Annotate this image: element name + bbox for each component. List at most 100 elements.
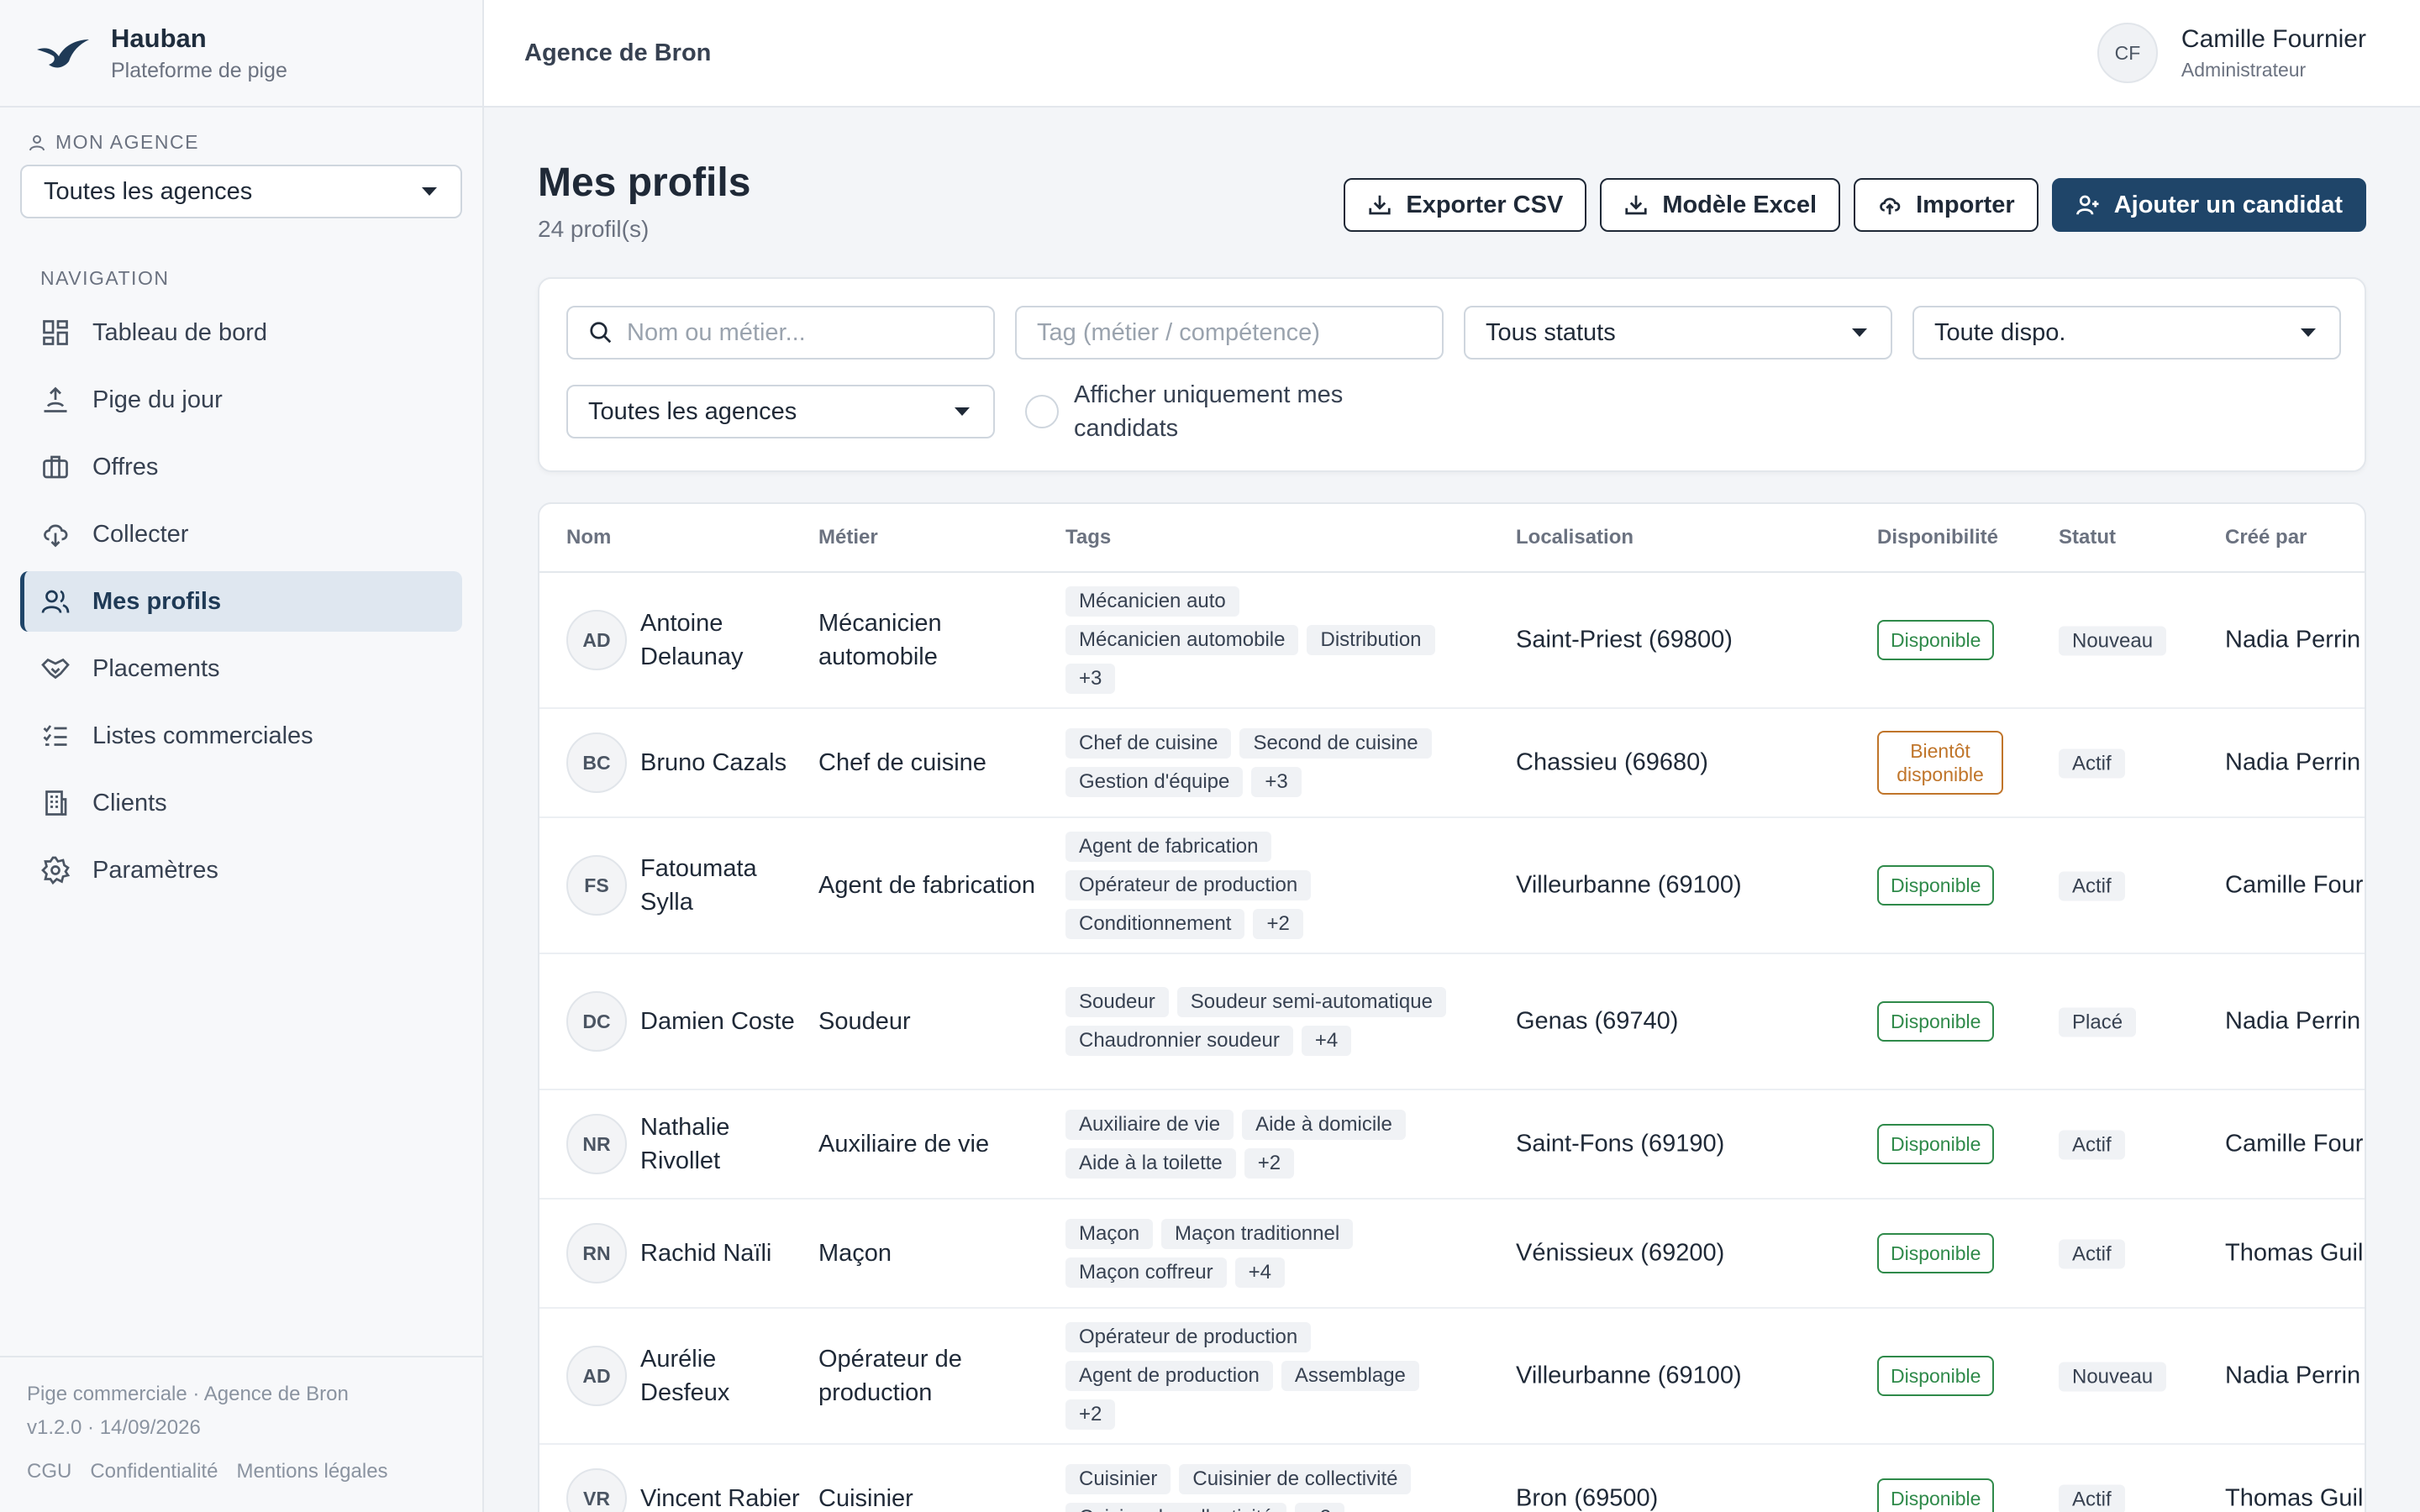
tag-chip: Cuisinier <box>1065 1464 1171 1494</box>
tag-chip: Aide à la toilette <box>1065 1148 1236 1179</box>
user-plus-icon <box>2075 195 2099 215</box>
table-row[interactable]: FS Fatoumata Sylla Agent de fabrication … <box>539 818 2365 954</box>
sidebar-item-dashboard[interactable]: Tableau de bord <box>20 302 462 363</box>
tag-chip: Mécanicien automobile <box>1065 625 1299 655</box>
candidate-name[interactable]: Antoine Delaunay <box>640 606 808 674</box>
candidate-location: Saint-Fons (69190) <box>1516 1130 1725 1158</box>
candidate-name[interactable]: Vincent Rabier <box>640 1482 808 1512</box>
checklist-icon <box>43 725 67 746</box>
tag-chip: Agent de production <box>1065 1361 1273 1391</box>
status-cell: Actif <box>2059 1484 2125 1512</box>
table-row[interactable]: DC Damien Coste Soudeur Soudeur Soudeur s… <box>539 954 2365 1090</box>
candidate-name[interactable]: Fatoumata Sylla <box>640 852 808 919</box>
user-menu[interactable]: CF Camille Fournier Administrateur <box>2096 23 2366 83</box>
tag-chip: Distribution <box>1307 625 1435 655</box>
table-row[interactable]: VR Vincent Rabier Cuisinier Cuisinier Cui… <box>539 1445 2365 1512</box>
sidebar-item-listes-commerciales[interactable]: Listes commerciales <box>20 706 462 766</box>
availability-cell: Disponible <box>1877 1124 1995 1164</box>
candidate-name[interactable]: Damien Coste <box>640 1005 808 1038</box>
brand[interactable]: Hauban Plateforme de pige <box>0 0 482 108</box>
gear-icon <box>41 856 71 885</box>
sidebar-item-collecter[interactable]: Collecter <box>20 504 462 564</box>
candidate-tags: Agent de fabrication Opérateur de product… <box>1065 832 1469 939</box>
candidate-tags: Maçon Maçon traditionnel Maçon coffreur +4 <box>1065 1219 1469 1288</box>
created-by: Thomas Guillot <box>2225 1239 2365 1267</box>
avatar: AD <box>566 610 627 670</box>
tag-chip: +2 <box>1294 1503 1345 1512</box>
search-input[interactable]: Nom ou métier... <box>566 306 995 360</box>
table-row[interactable]: RN Rachid Naïli Maçon Maçon Maçon traditi… <box>539 1200 2365 1309</box>
add-candidate-button[interactable]: Ajouter un candidat <box>2051 178 2366 232</box>
availability-cell: Disponible <box>1877 1478 1995 1512</box>
user-role: Administrateur <box>2181 58 2307 81</box>
sidebar-item-placements[interactable]: Placements <box>20 638 462 699</box>
status-badge: Placé <box>2059 1007 2137 1037</box>
main-content: Agence de Bron CF Camille Fournier Admin… <box>484 0 2420 1512</box>
sidebar-item-pige[interactable]: Pige du jour <box>20 370 462 430</box>
candidate-name[interactable]: Rachid Naïli <box>640 1236 808 1270</box>
cloud-download-icon <box>44 524 68 548</box>
availability-badge: Bientôt disponible <box>1877 731 2003 795</box>
avatar: CF <box>2096 23 2158 83</box>
candidate-name[interactable]: Aurélie Desfeux <box>640 1342 808 1410</box>
candidate-metier: Auxiliaire de vie <box>818 1131 990 1158</box>
agency-select-value: Toutes les agences <box>44 177 253 205</box>
availability-cell: Disponible <box>1877 1001 1995 1042</box>
tag-chip: Opérateur de production <box>1065 1322 1312 1352</box>
availability-badge: Disponible <box>1877 620 1995 660</box>
availability-select[interactable]: Toute dispo. <box>1912 306 2341 360</box>
candidate-name[interactable]: Nathalie Rivollet <box>640 1110 808 1178</box>
status-cell: Placé <box>2059 1007 2137 1037</box>
status-badge: Actif <box>2059 748 2125 779</box>
header-nom[interactable]: Nom <box>566 526 611 549</box>
import-button[interactable]: Importer <box>1854 178 2039 232</box>
created-by: Camille Fournier <box>2225 1130 2365 1158</box>
avatar: NR <box>566 1114 627 1174</box>
tag-placeholder: Tag (métier / compétence) <box>1037 318 1320 346</box>
header-disponibilite[interactable]: Disponibilité <box>1877 526 1998 549</box>
header-localisation[interactable]: Localisation <box>1516 526 1634 549</box>
status-badge: Actif <box>2059 1484 2125 1512</box>
profile-count: 24 profil(s) <box>538 216 650 242</box>
availability-select-value: Toute dispo. <box>1934 318 2066 346</box>
excel-template-button[interactable]: Modèle Excel <box>1600 178 1841 232</box>
sidebar-item-mes-profils[interactable]: Mes profils <box>20 571 462 632</box>
user-name: Camille Fournier <box>2181 24 2366 53</box>
table-row[interactable]: AD Antoine Delaunay Mécanicien automobil… <box>539 573 2365 709</box>
candidate-location: Villeurbanne (69100) <box>1516 871 1742 899</box>
sidebar: Hauban Plateforme de pige MON AGENCE Tou… <box>0 0 484 1512</box>
tag-chip: +2 <box>1244 1148 1295 1179</box>
table-row[interactable]: AD Aurélie Desfeux Opérateur de producti… <box>539 1309 2365 1445</box>
availability-cell: Disponible <box>1877 1233 1995 1273</box>
only-mine-checkbox[interactable] <box>1025 395 1059 428</box>
header-tags[interactable]: Tags <box>1065 526 1111 549</box>
status-cell: Actif <box>2059 1130 2125 1160</box>
availability-badge: Disponible <box>1877 1001 1995 1042</box>
only-mine-toggle[interactable]: Afficher uniquement mes candidats <box>1025 378 1410 445</box>
created-by: Nadia Perrin <box>2225 1007 2361 1035</box>
table-row[interactable]: NR Nathalie Rivollet Auxiliaire de vie A… <box>539 1090 2365 1200</box>
candidate-location: Chassieu (69680) <box>1516 748 1708 776</box>
footer-link-cgu[interactable]: CGU <box>27 1460 71 1483</box>
sidebar-item-parametres[interactable]: Paramètres <box>20 840 462 900</box>
table-row[interactable]: BC Bruno Cazals Chef de cuisine Chef de … <box>539 709 2365 818</box>
agency-select[interactable]: Toutes les agences <box>20 165 462 218</box>
chevron-down-icon <box>1852 328 1867 337</box>
footer-link-mentions[interactable]: Mentions légales <box>236 1460 387 1483</box>
tag-chip: Chaudronnier soudeur <box>1065 1026 1293 1056</box>
header-metier[interactable]: Métier <box>818 526 878 549</box>
bird-logo-icon <box>37 39 89 68</box>
status-cell: Nouveau <box>2059 626 2167 656</box>
sidebar-item-clients[interactable]: Clients <box>20 773 462 833</box>
agency-filter-select[interactable]: Toutes les agences <box>566 385 995 438</box>
header-cree-par[interactable]: Créé par <box>2225 526 2307 549</box>
footer-link-confidentialite[interactable]: Confidentialité <box>90 1460 218 1483</box>
import-label: Importer <box>1916 191 2015 218</box>
candidate-name[interactable]: Bruno Cazals <box>640 746 808 780</box>
status-select[interactable]: Tous statuts <box>1464 306 1892 360</box>
export-csv-button[interactable]: Exporter CSV <box>1344 178 1587 232</box>
tag-input[interactable]: Tag (métier / compétence) <box>1015 306 1444 360</box>
tag-chip: Maçon traditionnel <box>1161 1219 1354 1249</box>
sidebar-item-offres[interactable]: Offres <box>20 437 462 497</box>
header-statut[interactable]: Statut <box>2059 526 2116 549</box>
